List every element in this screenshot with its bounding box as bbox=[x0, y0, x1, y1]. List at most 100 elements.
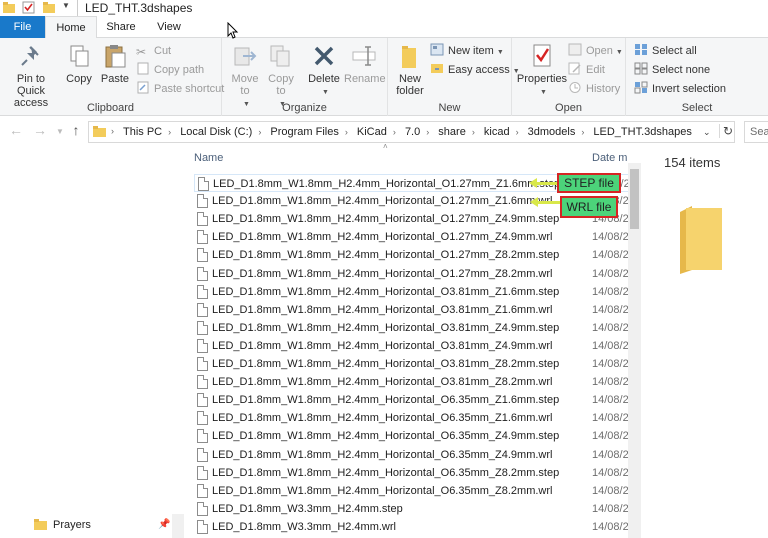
select-all-button[interactable]: Select all bbox=[634, 43, 697, 60]
step-annotation-arrowhead bbox=[529, 178, 537, 188]
wrl-annotation-arrow bbox=[537, 201, 561, 204]
edit-button[interactable]: Edit bbox=[568, 62, 605, 79]
name-column-header[interactable]: Name bbox=[194, 149, 223, 167]
file-icon bbox=[197, 303, 208, 317]
breadcrumb-item[interactable]: Local Disk (C:) bbox=[180, 126, 252, 138]
file-row[interactable]: LED_D1.8mm_W1.8mm_H2.4mm_Horizontal_O1.2… bbox=[194, 246, 632, 264]
customize-toolbar-icon[interactable]: ▼ bbox=[62, 1, 70, 14]
tab-share[interactable]: Share bbox=[97, 16, 145, 38]
file-row[interactable]: LED_D1.8mm_W1.8mm_H2.4mm_Horizontal_O6.3… bbox=[194, 391, 632, 409]
chevron-down-icon: ▼ bbox=[540, 89, 547, 96]
organize-group-label: Organize bbox=[282, 102, 327, 114]
file-name: LED_D1.8mm_W1.8mm_H2.4mm_Horizontal_O1.2… bbox=[212, 195, 553, 207]
search-input[interactable]: Sear bbox=[744, 121, 768, 143]
easy-access-button[interactable]: Easy access ▼ bbox=[430, 62, 520, 79]
file-row[interactable]: LED_D1.8mm_W1.8mm_H2.4mm_Horizontal_O6.3… bbox=[194, 409, 632, 427]
history-button[interactable]: History bbox=[568, 81, 620, 98]
breadcrumb-item[interactable]: KiCad bbox=[357, 126, 387, 138]
properties-button[interactable]: Properties ▼ bbox=[516, 42, 568, 99]
folder-icon bbox=[34, 519, 47, 530]
paste-shortcut-button[interactable]: Paste shortcut bbox=[136, 81, 224, 98]
up-arrow-icon[interactable]: ↑ bbox=[68, 122, 84, 138]
open-button[interactable]: Open ▼ bbox=[568, 43, 623, 60]
copy-path-icon bbox=[136, 62, 150, 75]
navpane-item-prayers[interactable]: Prayers bbox=[53, 516, 91, 534]
recent-locations-chevron-icon[interactable]: ▼ bbox=[52, 127, 68, 136]
invert-selection-button[interactable]: Invert selection bbox=[634, 81, 726, 98]
breadcrumb-item[interactable]: share bbox=[438, 126, 466, 138]
tab-file[interactable]: File bbox=[0, 16, 45, 38]
new-item-button[interactable]: New item ▼ bbox=[430, 43, 504, 60]
file-row[interactable]: LED_D1.8mm_W3.3mm_H2.4mm.wrl 14/08/2 bbox=[194, 518, 632, 536]
open-group-label: Open bbox=[555, 102, 582, 114]
file-name: LED_D1.8mm_W1.8mm_H2.4mm_Horizontal_O1.2… bbox=[213, 178, 561, 190]
file-row[interactable]: LED_D1.8mm_W1.8mm_H2.4mm_Horizontal_O1.2… bbox=[194, 228, 632, 246]
navpane-scrollbar[interactable] bbox=[172, 514, 184, 538]
delete-button[interactable]: Delete ▼ bbox=[306, 42, 342, 99]
select-all-icon bbox=[634, 43, 648, 56]
file-row[interactable]: LED_D1.8mm_W1.8mm_H2.4mm_Horizontal_O6.3… bbox=[194, 464, 632, 482]
file-row[interactable]: LED_D1.8mm_W1.8mm_H2.4mm_Horizontal_O3.8… bbox=[194, 301, 632, 319]
file-name: LED_D1.8mm_W1.8mm_H2.4mm_Horizontal_O1.2… bbox=[212, 213, 560, 225]
address-bar[interactable]: › This PC › Local Disk (C:) › Program File… bbox=[88, 121, 735, 143]
crumb-separator-icon: › bbox=[111, 126, 114, 136]
edit-icon bbox=[568, 62, 582, 75]
rename-icon bbox=[352, 46, 376, 66]
chevron-right-icon: › bbox=[426, 127, 430, 137]
file-date: 14/08/2 bbox=[592, 449, 629, 461]
step-file-callout: STEP file bbox=[557, 173, 621, 193]
new-folder-button[interactable]: New folder bbox=[392, 42, 428, 97]
file-date: 14/08/2 bbox=[592, 412, 629, 424]
address-dropdown-chevron-icon[interactable]: ⌄ bbox=[703, 127, 711, 138]
rename-button[interactable]: Rename bbox=[344, 42, 386, 85]
sort-ascending-icon: ˄ bbox=[383, 142, 388, 151]
breadcrumb-item[interactable]: LED_THT.3dshapes bbox=[593, 126, 691, 138]
breadcrumb-item[interactable]: 7.0 bbox=[405, 126, 420, 138]
file-icon bbox=[197, 339, 208, 353]
move-to-button[interactable]: Move to ▼ bbox=[228, 42, 262, 111]
breadcrumb-item[interactable]: 3dmodels bbox=[528, 126, 576, 138]
scrollbar-thumb[interactable] bbox=[630, 169, 639, 229]
folder-icon bbox=[402, 46, 416, 68]
file-row[interactable]: LED_D1.8mm_W1.8mm_H2.4mm_Horizontal_O3.8… bbox=[194, 355, 632, 373]
folder-preview-icon bbox=[680, 206, 722, 274]
copy-to-button[interactable]: Copy to ▼ bbox=[264, 42, 298, 111]
chevron-down-icon: ▼ bbox=[615, 49, 623, 56]
refresh-icon[interactable]: ↻ bbox=[719, 124, 733, 138]
file-row[interactable]: LED_D1.8mm_W1.8mm_H2.4mm_Horizontal_O3.8… bbox=[194, 337, 632, 355]
mouse-cursor-icon bbox=[227, 22, 239, 39]
folder-icon bbox=[93, 126, 106, 137]
file-icon bbox=[197, 357, 208, 371]
file-row[interactable]: LED_D1.8mm_W1.8mm_H2.4mm_Horizontal_O3.8… bbox=[194, 319, 632, 337]
breadcrumb-item[interactable]: Program Files bbox=[270, 126, 338, 138]
file-row[interactable]: LED_D1.8mm_W3.3mm_H2.4mm.step 14/08/2 bbox=[194, 500, 632, 518]
select-none-button[interactable]: Select none bbox=[634, 62, 710, 79]
pin-quick-access-button[interactable]: Pin to Quick access bbox=[2, 42, 60, 109]
back-arrow-icon[interactable]: ← bbox=[8, 122, 24, 138]
breadcrumb-item[interactable]: kicad bbox=[484, 126, 510, 138]
copy-path-button[interactable]: Copy path bbox=[136, 62, 204, 79]
copy-button[interactable]: Copy bbox=[62, 42, 96, 85]
properties-icon bbox=[533, 44, 551, 67]
file-list-scrollbar[interactable] bbox=[628, 163, 641, 538]
file-icon bbox=[197, 520, 208, 534]
file-icon bbox=[197, 230, 208, 244]
new-folder-icon[interactable] bbox=[43, 1, 55, 14]
forward-arrow-icon[interactable]: → bbox=[32, 122, 48, 138]
chevron-down-icon: ▼ bbox=[322, 89, 329, 96]
file-row[interactable]: LED_D1.8mm_W1.8mm_H2.4mm_Horizontal_O6.3… bbox=[194, 482, 632, 500]
breadcrumb-item[interactable]: This PC bbox=[123, 126, 162, 138]
file-name: LED_D1.8mm_W1.8mm_H2.4mm_Horizontal_O1.2… bbox=[212, 249, 560, 261]
tab-view[interactable]: View bbox=[145, 16, 193, 38]
properties-icon[interactable] bbox=[22, 1, 35, 14]
move-to-label: Move to bbox=[231, 73, 259, 97]
file-row[interactable]: LED_D1.8mm_W1.8mm_H2.4mm_Horizontal_O3.8… bbox=[194, 283, 632, 301]
file-row[interactable]: LED_D1.8mm_W1.8mm_H2.4mm_Horizontal_O6.3… bbox=[194, 446, 632, 464]
file-row[interactable]: LED_D1.8mm_W1.8mm_H2.4mm_Horizontal_O3.8… bbox=[194, 373, 632, 391]
file-row[interactable]: LED_D1.8mm_W1.8mm_H2.4mm_Horizontal_O6.3… bbox=[194, 427, 632, 445]
paste-button[interactable]: Paste bbox=[98, 42, 132, 85]
file-row[interactable]: LED_D1.8mm_W1.8mm_H2.4mm_Horizontal_O1.2… bbox=[194, 265, 632, 283]
date-column-header[interactable]: Date m bbox=[592, 149, 628, 167]
tab-home[interactable]: Home bbox=[45, 16, 97, 39]
cut-button[interactable]: ✂ Cut bbox=[136, 43, 171, 60]
